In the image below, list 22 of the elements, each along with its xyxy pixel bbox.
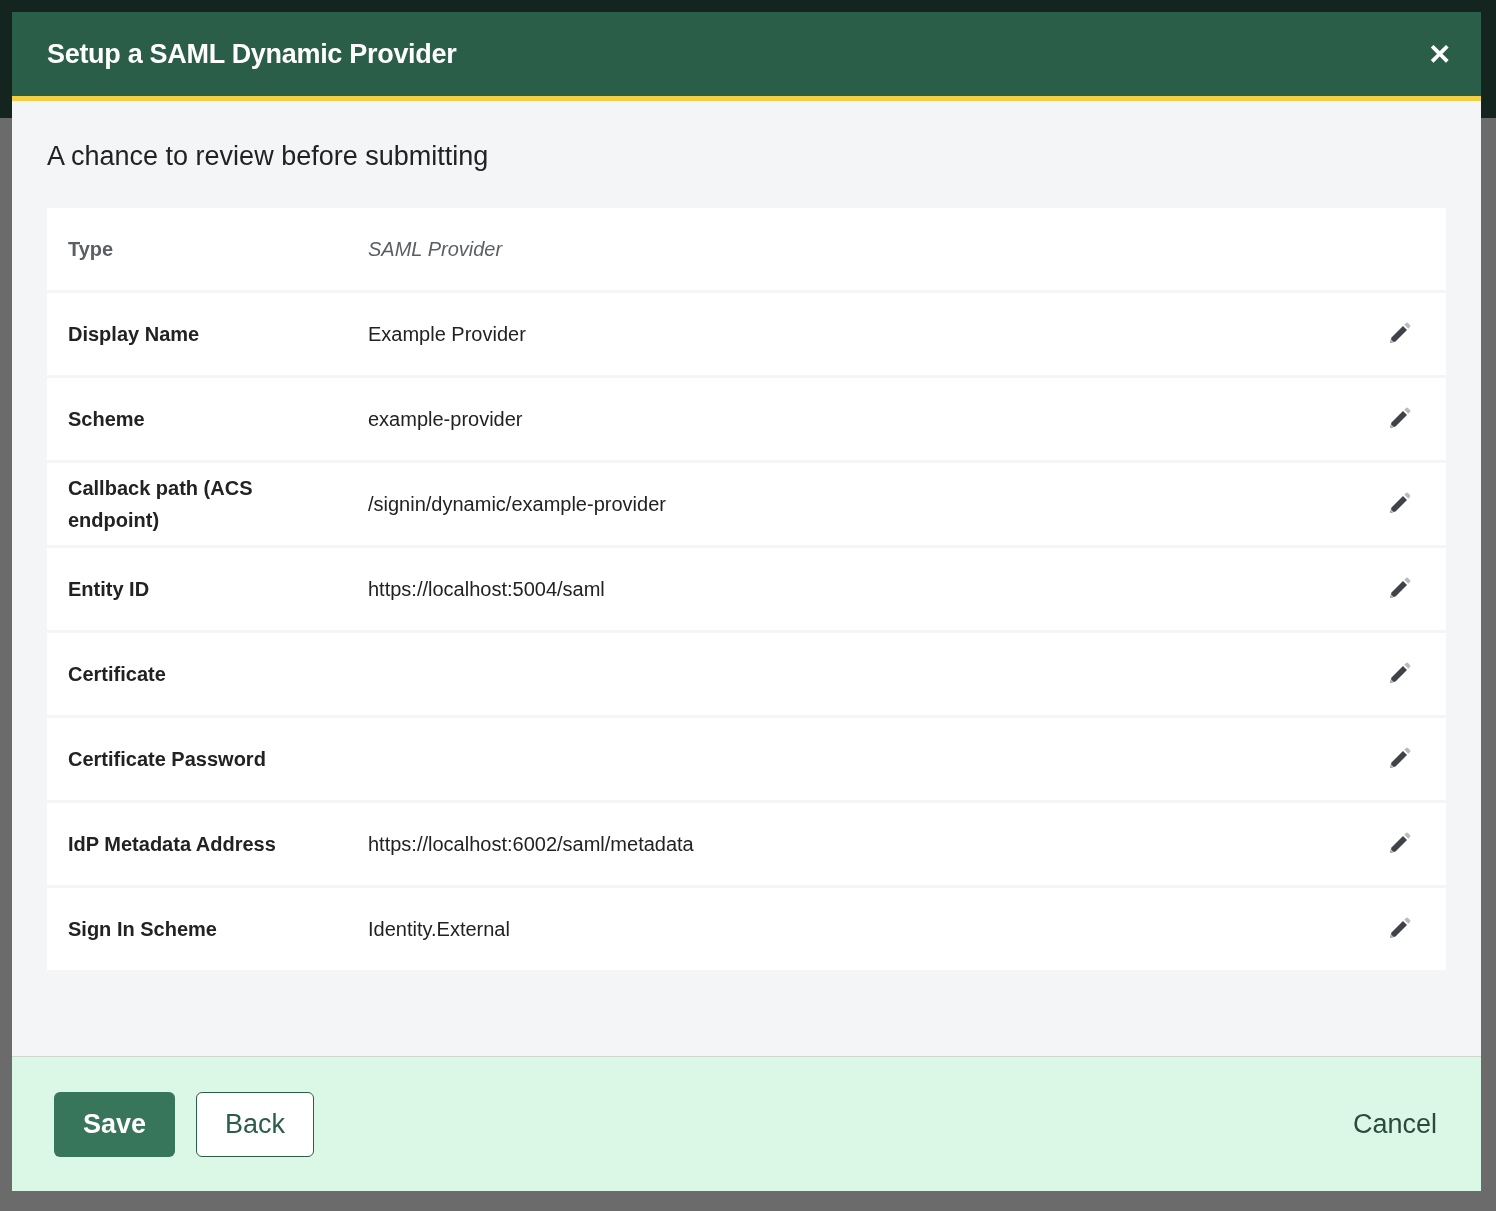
field-label: Entity ID: [68, 577, 151, 602]
cancel-button[interactable]: Cancel: [1352, 1091, 1437, 1157]
field-label: IdP Metadata Address: [68, 832, 277, 857]
field-value: Identity.External: [368, 917, 510, 940]
dialog-title: Setup a SAML Dynamic Provider: [47, 38, 457, 70]
field-label: Type: [68, 237, 115, 262]
field-value: https://localhost:6002/saml/metadata: [368, 832, 694, 855]
dialog-subtitle: A chance to review before submitting: [47, 141, 490, 172]
field-label: Certificate: [68, 662, 167, 687]
save-button[interactable]: Save: [54, 1091, 176, 1157]
field-label: Scheme: [68, 407, 146, 432]
field-value: SAML Provider: [368, 237, 503, 260]
close-button[interactable]: ✕: [1428, 37, 1451, 71]
field-value: https://localhost:5004/saml: [368, 577, 605, 600]
field-value: Example Provider: [368, 322, 526, 345]
back-button[interactable]: Back: [196, 1091, 315, 1157]
field-label: Sign In Scheme: [68, 917, 218, 942]
field-value: /signin/dynamic/example-provider: [368, 492, 666, 515]
field-label: Display Name: [68, 322, 201, 347]
field-label: Certificate Password: [68, 747, 267, 772]
field-label: Callback path (ACS endpoint): [68, 476, 254, 533]
field-value: example-provider: [368, 407, 523, 430]
